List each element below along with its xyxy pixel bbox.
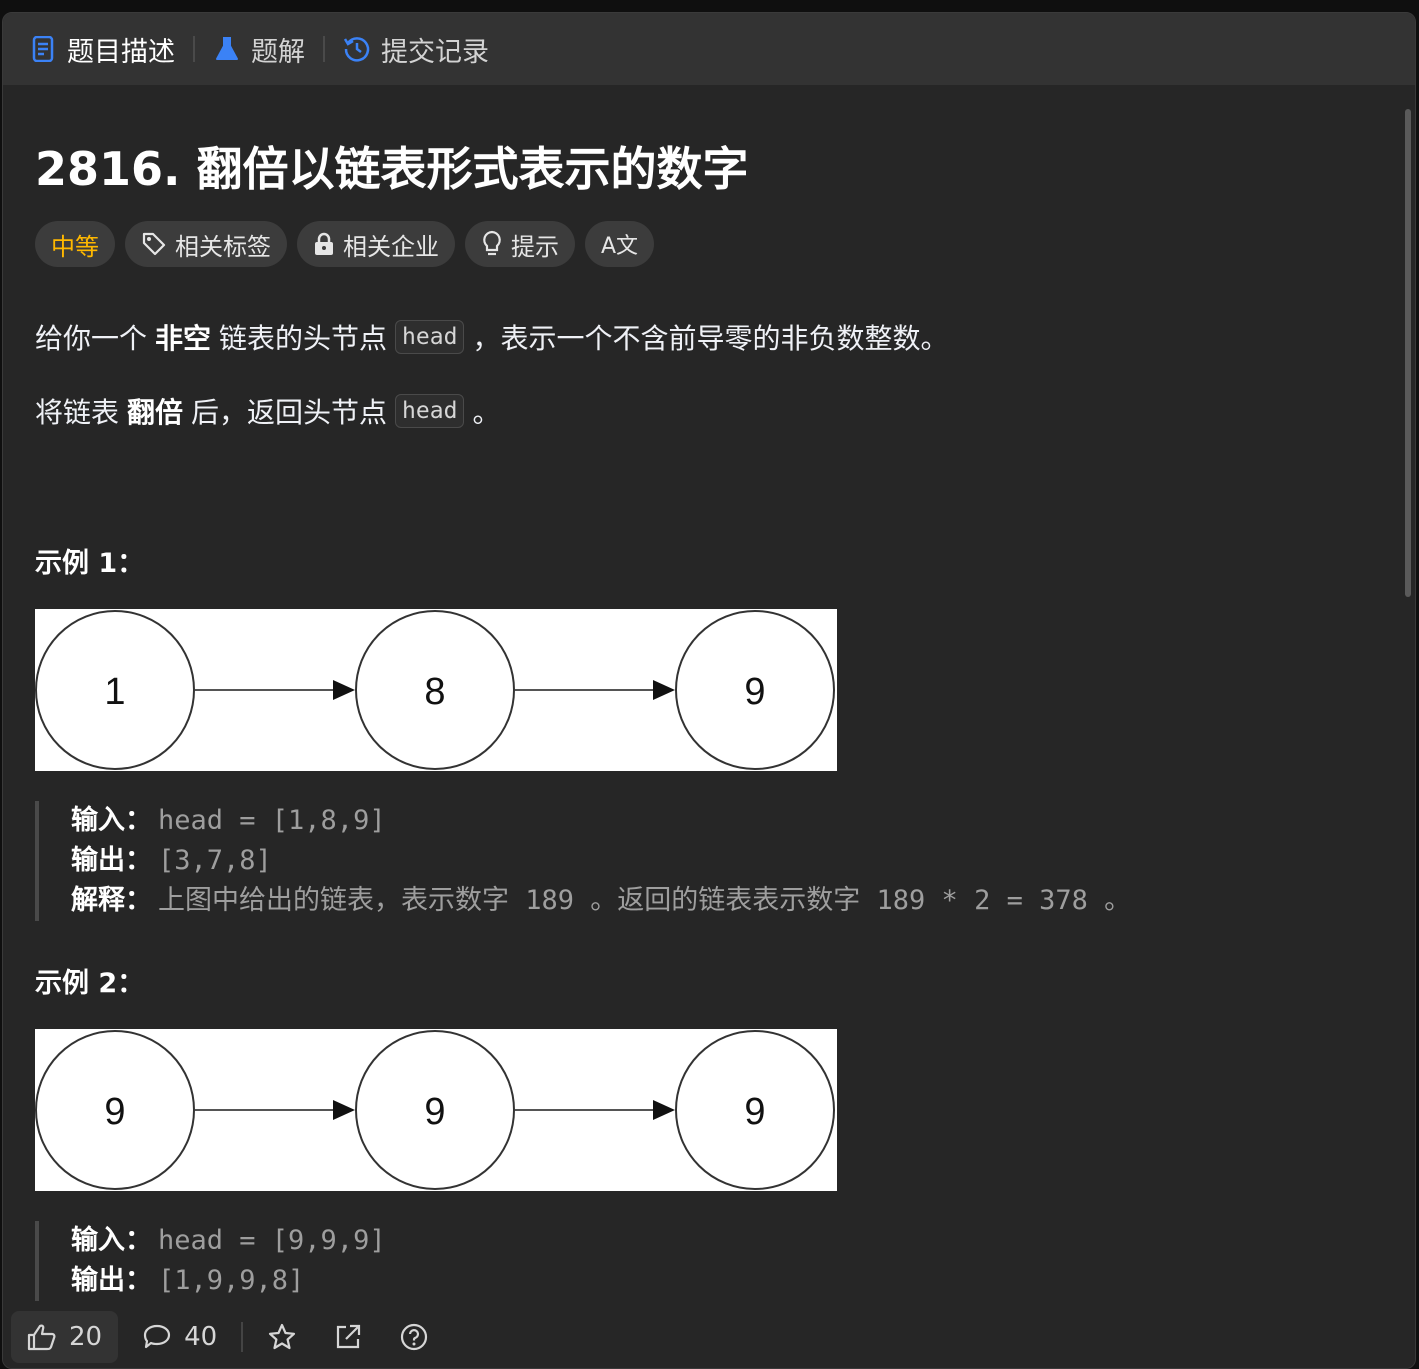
lock-icon bbox=[313, 232, 335, 256]
favorite-button[interactable] bbox=[267, 1322, 309, 1352]
inline-code: head bbox=[395, 394, 465, 428]
tab-solutions[interactable]: 题解 bbox=[213, 13, 305, 85]
text: 189 bbox=[509, 885, 591, 916]
text: ，表示一个不含前导零的非负数整数。 bbox=[472, 322, 949, 355]
help-icon bbox=[399, 1322, 429, 1352]
lightbulb-icon bbox=[481, 230, 503, 258]
translate-icon: A文 bbox=[601, 234, 639, 259]
example-2-block: 输入： head = [9,9,9] 输出： [1,9,9,8] bbox=[35, 1221, 386, 1301]
label: 输出： bbox=[71, 845, 152, 876]
tab-label: 提交记录 bbox=[381, 36, 489, 68]
tab-submissions[interactable]: 提交记录 bbox=[343, 13, 489, 85]
translate-button[interactable]: A文 bbox=[585, 221, 655, 267]
example-explanation: 解释： 上图中给出的链表，表示数字 189 。返回的链表表示数字 189 * 2 … bbox=[71, 881, 1131, 921]
emphasis-text: 非空 bbox=[155, 322, 212, 355]
related-tags-button[interactable]: 相关标签 bbox=[125, 221, 287, 267]
example-output: 输出： [1,9,9,8] bbox=[71, 1261, 386, 1301]
like-count: 20 bbox=[69, 1322, 103, 1352]
page-title: 2816. 翻倍以链表形式表示的数字 bbox=[35, 142, 749, 196]
help-button[interactable] bbox=[399, 1322, 441, 1352]
scrollbar[interactable] bbox=[1405, 109, 1411, 597]
value: head = [1,8,9] bbox=[158, 805, 386, 836]
thumbs-up-icon bbox=[27, 1323, 57, 1351]
node-value: 9 bbox=[744, 671, 765, 713]
label: 解释： bbox=[71, 885, 152, 916]
description-icon bbox=[29, 35, 57, 63]
example-input: 输入： head = [1,8,9] bbox=[71, 801, 1131, 841]
toolbar-divider bbox=[241, 1322, 244, 1352]
node-value: 9 bbox=[744, 1091, 765, 1133]
example-1-heading: 示例 1： bbox=[35, 548, 145, 579]
tag-label: 相关企业 bbox=[343, 232, 439, 261]
description-paragraph-1: 给你一个 非空 链表的头节点 head ，表示一个不含前导零的非负数整数。 bbox=[35, 317, 948, 357]
text: 189 * 2 = 378 bbox=[860, 885, 1105, 916]
example-1-image: 1 8 9 bbox=[35, 609, 837, 771]
comment-count: 40 bbox=[184, 1322, 218, 1352]
example-output: 输出： [3,7,8] bbox=[71, 841, 1131, 881]
tag-row: 中等 相关标签 相关企业 提示 A文 bbox=[35, 221, 655, 267]
bottom-toolbar: 20 40 bbox=[3, 1306, 1415, 1368]
tab-label: 题解 bbox=[251, 36, 305, 68]
example-2-image: 9 9 9 bbox=[35, 1029, 837, 1191]
label: 输出： bbox=[71, 1265, 152, 1296]
tag-label: 提示 bbox=[511, 232, 559, 261]
example-input: 输入： head = [9,9,9] bbox=[71, 1221, 386, 1261]
tag-label: 相关标签 bbox=[175, 232, 271, 261]
value: head = [9,9,9] bbox=[158, 1225, 386, 1256]
node-value: 9 bbox=[424, 1091, 445, 1133]
tab-description[interactable]: 题目描述 bbox=[29, 13, 175, 85]
node-value: 1 bbox=[104, 671, 125, 713]
tab-label: 题目描述 bbox=[67, 36, 175, 68]
tab-divider bbox=[193, 36, 195, 62]
hint-button[interactable]: 提示 bbox=[465, 221, 575, 267]
share-icon bbox=[333, 1322, 363, 1352]
value: [3,7,8] bbox=[158, 845, 272, 876]
inline-code: head bbox=[395, 320, 465, 354]
label: 输入： bbox=[71, 1225, 152, 1256]
description-paragraph-2: 将链表 翻倍 后，返回头节点 head 。 bbox=[35, 391, 500, 431]
label: 输入： bbox=[71, 805, 152, 836]
text: 后，返回头节点 bbox=[191, 396, 388, 429]
text: 上图中给出的链表，表示数字 bbox=[158, 885, 509, 916]
node-value: 8 bbox=[424, 671, 445, 713]
text: 链表的头节点 bbox=[219, 322, 388, 355]
tab-bar: 题目描述 题解 提交记录 bbox=[3, 13, 1415, 85]
difficulty-badge: 中等 bbox=[35, 221, 115, 267]
related-companies-button[interactable]: 相关企业 bbox=[297, 221, 455, 267]
history-icon bbox=[343, 35, 371, 63]
share-button[interactable] bbox=[333, 1322, 375, 1352]
value: [1,9,9,8] bbox=[158, 1265, 305, 1296]
text: 将链表 bbox=[35, 396, 120, 429]
tab-divider bbox=[323, 36, 325, 62]
problem-content: 2816. 翻倍以链表形式表示的数字 中等 相关标签 相关企业 提示 A文 给你… bbox=[35, 85, 1385, 1306]
flask-icon bbox=[213, 35, 241, 63]
text: 。 bbox=[472, 396, 501, 429]
like-button[interactable]: 20 bbox=[11, 1311, 119, 1363]
comment-icon bbox=[142, 1323, 172, 1351]
problem-panel: 题目描述 题解 提交记录 2816. 翻倍以链表形式表示的数字 中等 相关标签 bbox=[2, 12, 1416, 1369]
node-value: 9 bbox=[104, 1091, 125, 1133]
text: 给你一个 bbox=[35, 322, 148, 355]
comments-button[interactable]: 40 bbox=[142, 1322, 217, 1352]
star-icon bbox=[267, 1322, 297, 1352]
example-2-heading: 示例 2： bbox=[35, 968, 145, 999]
emphasis-text: 翻倍 bbox=[127, 396, 184, 429]
text: 。返回的链表表示数字 bbox=[590, 885, 861, 916]
tag-icon bbox=[141, 231, 167, 257]
example-1-block: 输入： head = [1,8,9] 输出： [3,7,8] 解释： 上图中给出的链表… bbox=[35, 801, 1131, 921]
text: 。 bbox=[1104, 885, 1132, 916]
